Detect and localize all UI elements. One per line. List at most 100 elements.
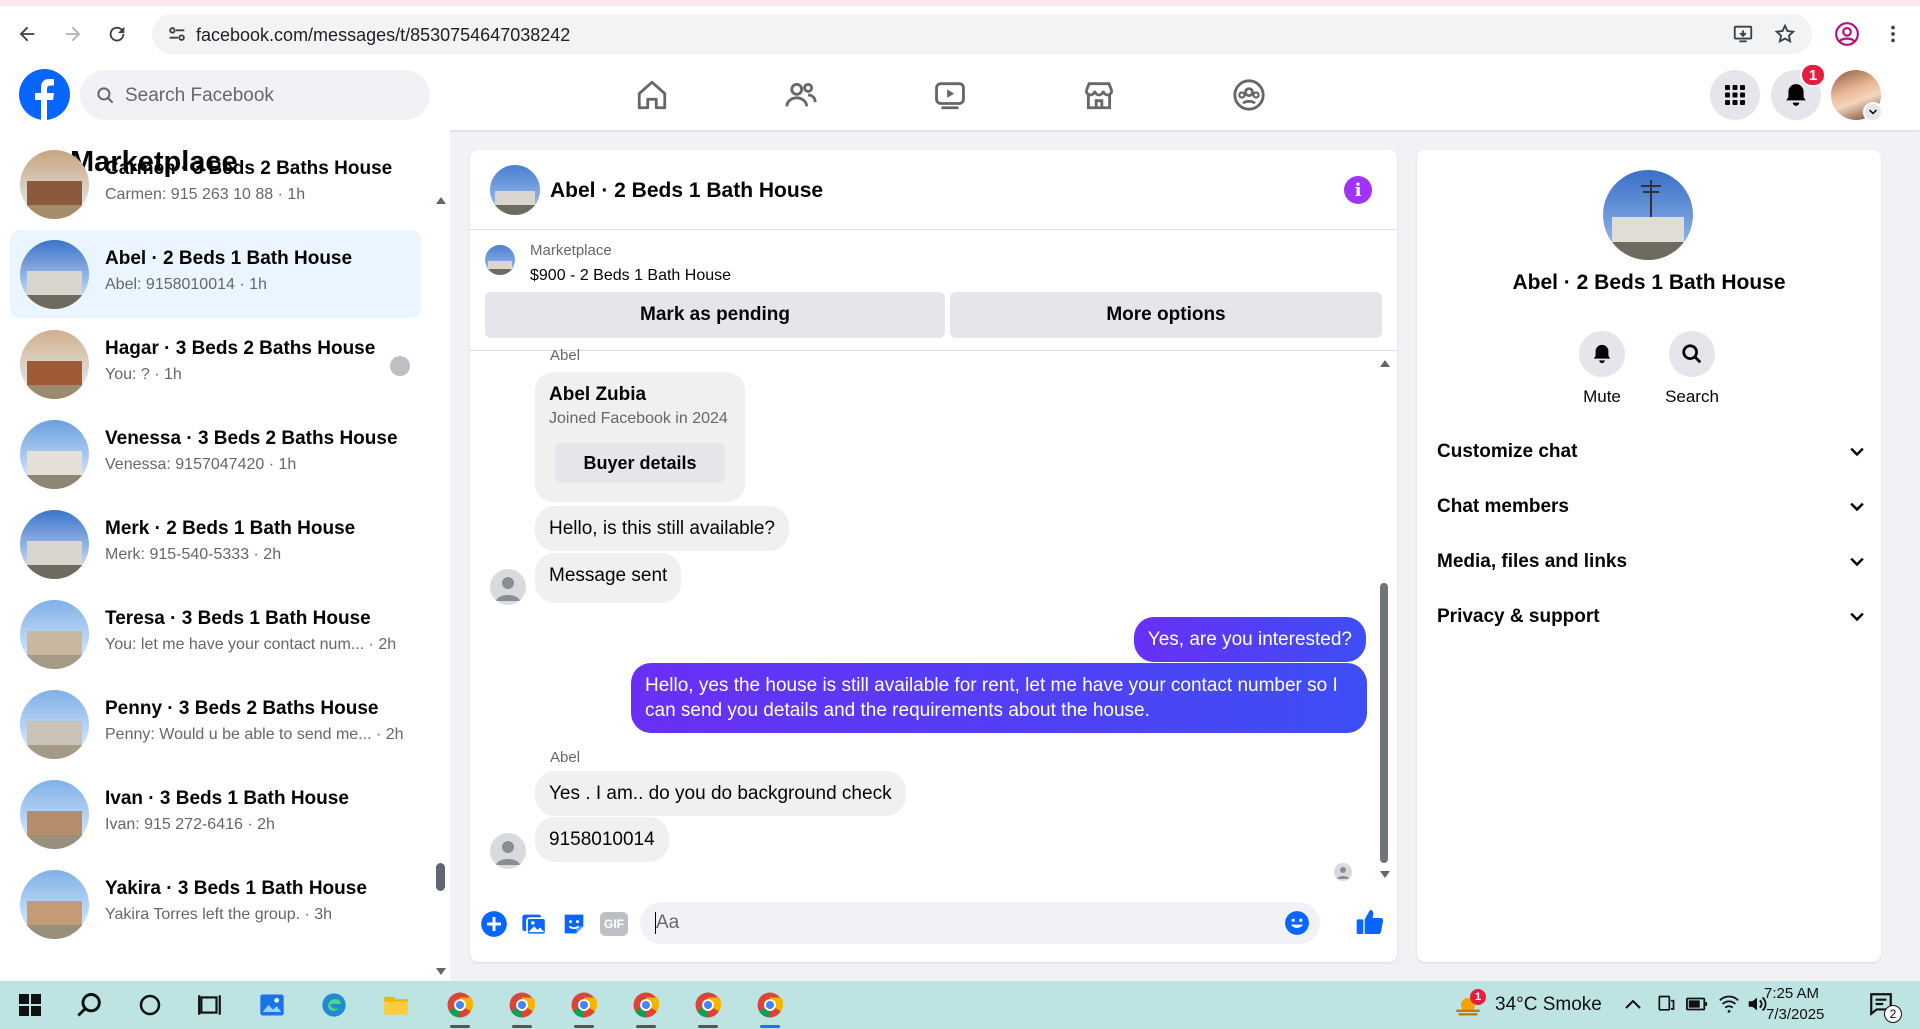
chat-info-panel: Abel · 2 Beds 1 Bath House Mute Search C… [1417,150,1881,962]
nav-marketplace[interactable] [1077,73,1121,117]
nav-friends[interactable] [779,73,823,117]
weather-text[interactable]: 34°C Smoke [1495,994,1602,1016]
browser-menu-button[interactable] [1878,19,1908,49]
forward-button[interactable] [58,19,88,49]
marketplace-label: Marketplace [530,242,612,259]
person-icon [496,841,520,865]
back-button[interactable] [12,19,42,49]
chat-scrollbar-thumb[interactable] [1380,583,1388,863]
chat-info-section[interactable]: Customize chat [1437,432,1867,472]
seen-avatar [1334,863,1352,881]
taskbar-search[interactable] [74,989,106,1021]
conversation-item[interactable]: Venessa · 3 Beds 2 Baths House Venessa: 9… [10,410,421,498]
cortana-button[interactable] [134,989,166,1021]
task-view-button[interactable] [194,989,226,1021]
message-bubble: Yes . I am.. do you do background check [535,771,906,816]
gif-icon[interactable]: GIF [600,912,628,936]
cortana-icon [139,994,161,1016]
account-chevron[interactable] [1863,102,1883,122]
scroll-down-icon[interactable] [434,966,448,978]
conversation-preview: Penny: Would u be able to send me... · 2… [105,726,404,743]
site-settings-icon [169,27,185,41]
conversation-preview: Merk: 915-540-5333 · 2h [105,546,282,563]
more-options-button[interactable]: More options [950,292,1382,338]
contact-avatar[interactable] [490,833,526,869]
clock-date[interactable]: 7/3/2025 [1766,1006,1824,1023]
taskbar-chrome-6[interactable] [754,989,786,1021]
nav-groups[interactable] [1227,73,1271,117]
photo-icon[interactable] [520,910,548,938]
chrome-icon [757,992,784,1018]
message-bubble: 9158010014 [535,817,669,862]
conversation-item[interactable]: Penny · 3 Beds 2 Baths House Penny: Would… [10,680,421,768]
mute-action[interactable]: Mute [1562,331,1642,407]
message-placeholder[interactable]: Aa [656,912,679,934]
chat-info-section[interactable]: Chat members [1437,487,1867,527]
scroll-down-icon[interactable] [1378,869,1392,881]
taskbar-chrome-4[interactable] [630,989,662,1021]
conversation-title: Hagar · 3 Beds 2 Baths House [105,338,376,359]
battery-icon[interactable] [1686,995,1708,1013]
address-bar[interactable]: facebook.com/messages/t/8530754647038242 [152,14,1812,54]
mute-label: Mute [1583,387,1621,406]
taskbar-chrome-3[interactable] [568,989,600,1021]
conversation-item[interactable]: Teresa · 3 Beds 1 Bath House You: let me … [10,590,421,678]
conversation-title: Ivan · 3 Beds 1 Bath House [105,788,349,809]
chat-info-thumbnail[interactable] [1603,170,1693,260]
conversation-item[interactable]: Yakira · 3 Beds 1 Bath House Yakira Torre… [10,860,421,948]
nav-home[interactable] [630,73,674,117]
back-arrow-icon [19,26,35,42]
reload-button[interactable] [102,19,132,49]
wifi-icon[interactable] [1718,993,1740,1015]
scroll-up-icon[interactable] [1378,357,1392,369]
contact-avatar[interactable] [490,569,526,605]
taskbar-edge[interactable] [318,989,350,1021]
plus-circle-icon[interactable] [480,910,508,938]
profile-button[interactable] [1832,19,1862,49]
chevron-up-icon[interactable] [1624,997,1642,1011]
person-icon [496,577,520,601]
scroll-up-icon[interactable] [434,194,448,206]
facebook-search[interactable]: Search Facebook [80,70,430,120]
chat-info-section[interactable]: Media, files and links [1437,542,1867,582]
start-button[interactable] [14,989,46,1021]
mark-as-pending-button[interactable]: Mark as pending [485,292,945,338]
windows-logo-icon [19,994,41,1016]
info-icon[interactable]: i [1344,176,1372,204]
left-scrollbar-thumb[interactable] [436,863,445,891]
url-text[interactable]: facebook.com/messages/t/8530754647038242 [196,25,570,46]
listing-price-title[interactable]: $900 - 2 Beds 1 Bath House [530,267,731,285]
sticker-icon[interactable] [560,910,588,938]
chat-title[interactable]: Abel · 2 Beds 1 Bath House [550,179,823,203]
conversation-preview: Venessa: 9157047420 · 1h [105,456,297,473]
groups-icon [1233,79,1265,111]
conversation-preview: Carmen: 915 263 10 88 · 1h [105,186,306,203]
taskbar-photos[interactable] [256,989,288,1021]
listing-thumbnail[interactable] [485,245,515,275]
conversation-item[interactable]: Hagar · 3 Beds 2 Baths House You: ? · 1h [10,320,421,408]
search-action[interactable]: Search [1652,331,1732,407]
chat-thumbnail[interactable] [490,165,540,215]
conversation-preview: You: let me have your contact num... · 2… [105,636,397,653]
conversation-item[interactable]: Carmen · 3 Beds 2 Baths House Carmen: 915… [10,140,421,228]
message-input[interactable]: Aa [640,902,1320,944]
bookmark-star-icon [1774,23,1796,44]
taskbar-chrome-2[interactable] [506,989,538,1021]
chat-info-section[interactable]: Privacy & support [1437,597,1867,637]
conversation-item[interactable]: Abel · 2 Beds 1 Bath House Abel: 91580100… [10,230,421,318]
taskbar-file-explorer[interactable] [380,989,412,1021]
taskbar-chrome-1[interactable] [444,989,476,1021]
conversation-item[interactable]: Merk · 2 Beds 1 Bath House Merk: 915-540-… [10,500,421,588]
taskbar-chrome-5[interactable] [692,989,724,1021]
thumbs-up-icon[interactable] [1354,906,1386,938]
conversation-list-panel: Marketplace Carmen · 3 Beds 2 Baths Hous… [0,130,450,981]
menu-button[interactable] [1710,70,1760,120]
device-icon[interactable] [1656,994,1676,1014]
buyer-details-button[interactable]: Buyer details [555,443,725,483]
clock-time[interactable]: 7:25 AM [1764,985,1819,1002]
conversation-item[interactable]: Ivan · 3 Beds 1 Bath House Ivan: 915 272-… [10,770,421,858]
emoji-icon[interactable] [1284,910,1310,936]
nav-video[interactable] [928,73,972,117]
facebook-logo[interactable] [19,69,70,120]
search-placeholder[interactable]: Search Facebook [125,85,274,107]
